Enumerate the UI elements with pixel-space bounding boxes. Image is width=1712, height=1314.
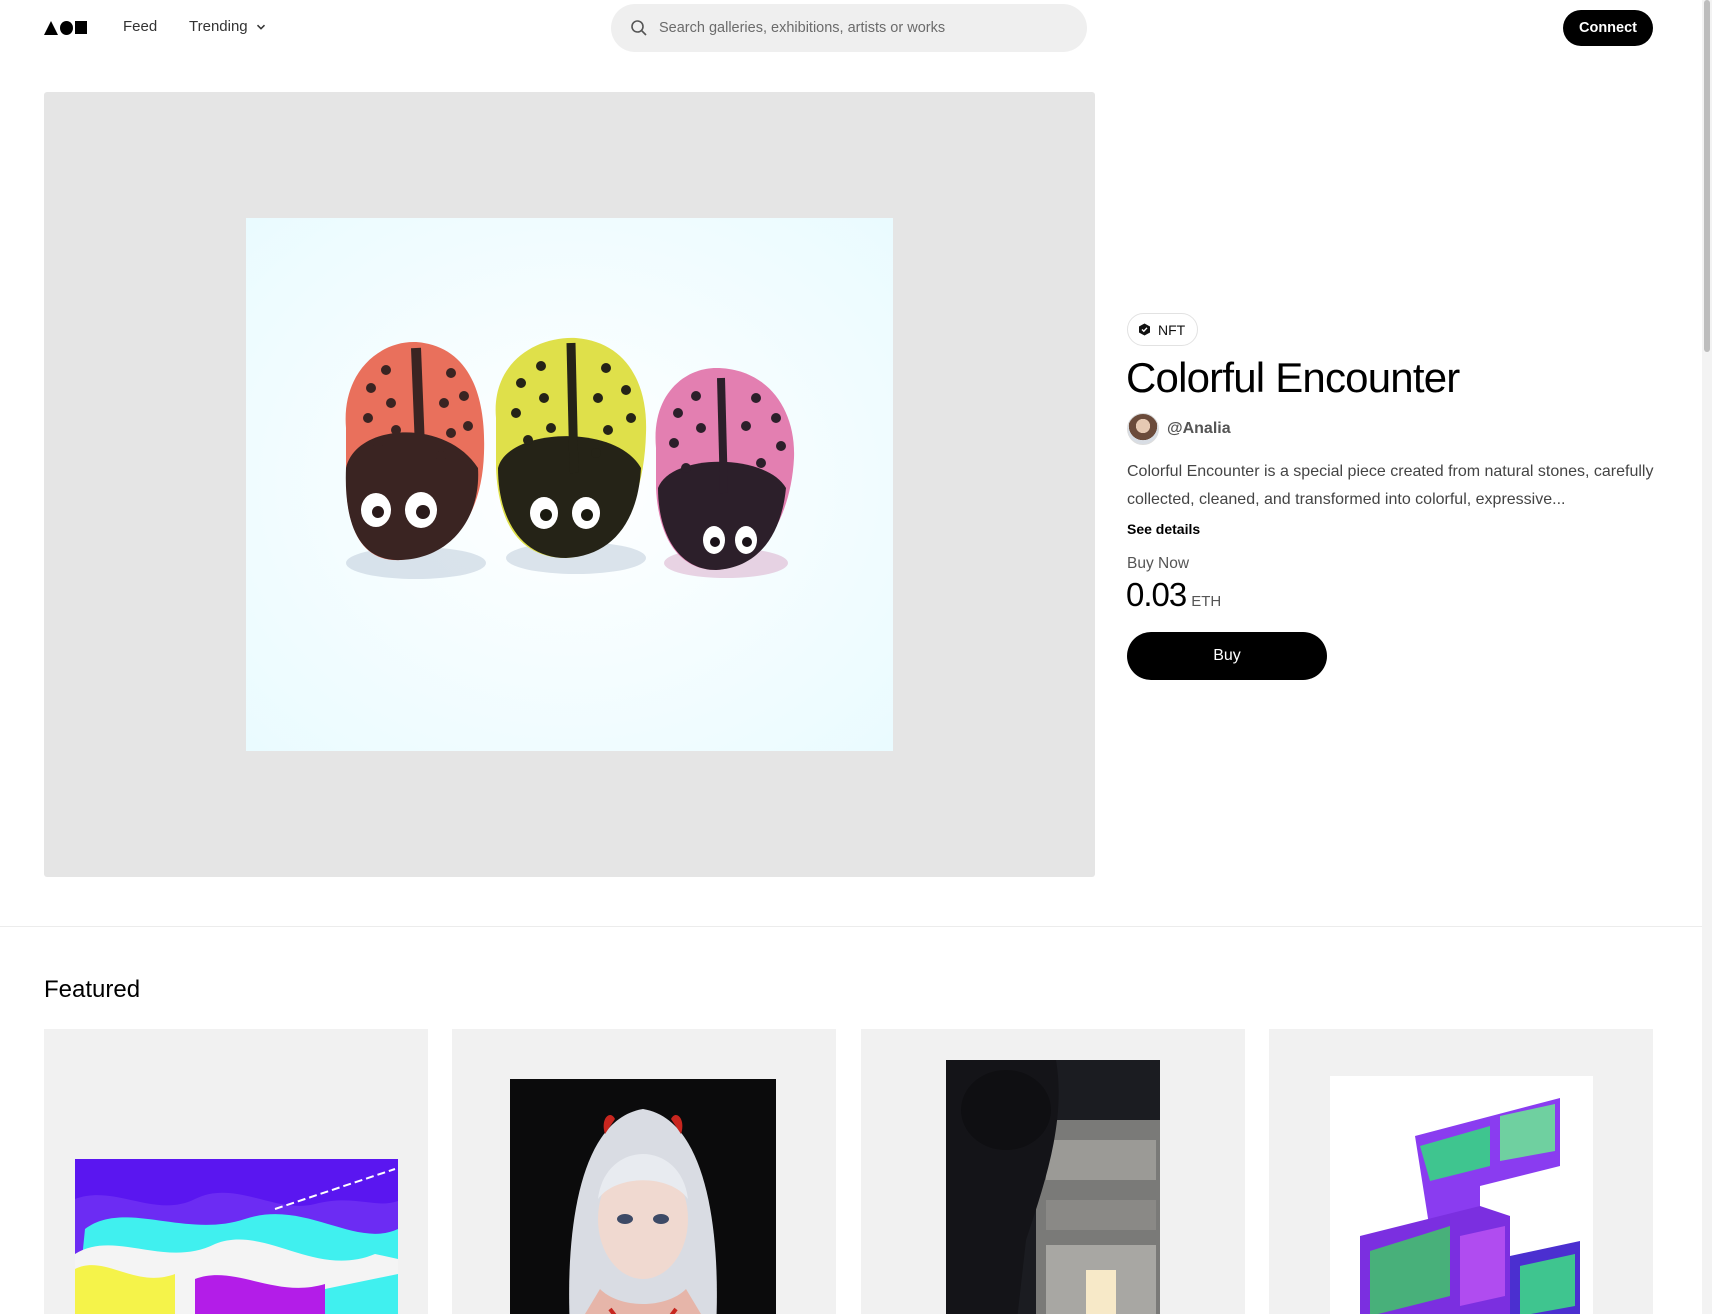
nav-trending-label: Trending — [189, 18, 248, 35]
anime-girl-art — [510, 1079, 776, 1314]
artwork-description: Colorful Encounter is a special piece cr… — [1127, 463, 1654, 508]
section-divider — [0, 926, 1702, 927]
nav-trending-dropdown[interactable]: Trending — [189, 18, 266, 35]
nft-badge: NFT — [1127, 313, 1199, 346]
featured-card[interactable] — [44, 1029, 428, 1314]
search-input[interactable] — [659, 20, 1059, 36]
logo-square-icon — [74, 21, 87, 34]
logo-triangle-icon — [44, 20, 58, 35]
featured-card[interactable] — [452, 1029, 836, 1314]
logo-circle-icon — [60, 20, 73, 35]
scrollbar[interactable] — [1702, 0, 1712, 1314]
featured-heading: Featured — [44, 976, 141, 1003]
connect-button[interactable]: Connect — [1563, 10, 1653, 46]
buy-now-label: Buy Now — [1127, 555, 1190, 572]
search-icon — [631, 20, 647, 36]
price: 0.03 ETH — [1126, 576, 1221, 614]
scrollbar-thumb[interactable] — [1704, 0, 1710, 352]
featured-card[interactable] — [1269, 1029, 1653, 1314]
featured-card[interactable] — [861, 1029, 1245, 1314]
price-value: 0.03 — [1126, 576, 1187, 613]
avatar — [1127, 413, 1159, 445]
fridge-video-art — [946, 1060, 1160, 1314]
artwork-frame — [44, 92, 1095, 877]
see-details-link[interactable]: See details — [1127, 521, 1200, 537]
nft-badge-label: NFT — [1158, 321, 1186, 338]
chevron-down-icon — [256, 24, 265, 30]
psychedelic-ribbon-art — [1330, 1076, 1593, 1314]
search-bar[interactable] — [611, 4, 1087, 52]
glitch-map-art — [75, 1159, 398, 1314]
hexagon-check-icon — [1139, 323, 1150, 336]
artist-name: @Analia — [1167, 420, 1231, 437]
artist-link[interactable]: @Analia — [1127, 413, 1231, 445]
artwork-title: Colorful Encounter — [1126, 354, 1460, 401]
artwork-image[interactable] — [246, 218, 893, 751]
top-nav: Feed Trending Connect — [0, 0, 1702, 56]
logo[interactable] — [44, 20, 87, 35]
buy-button[interactable]: Buy — [1127, 632, 1327, 680]
nav-feed-link[interactable]: Feed — [123, 18, 157, 35]
price-currency: ETH — [1191, 593, 1222, 610]
